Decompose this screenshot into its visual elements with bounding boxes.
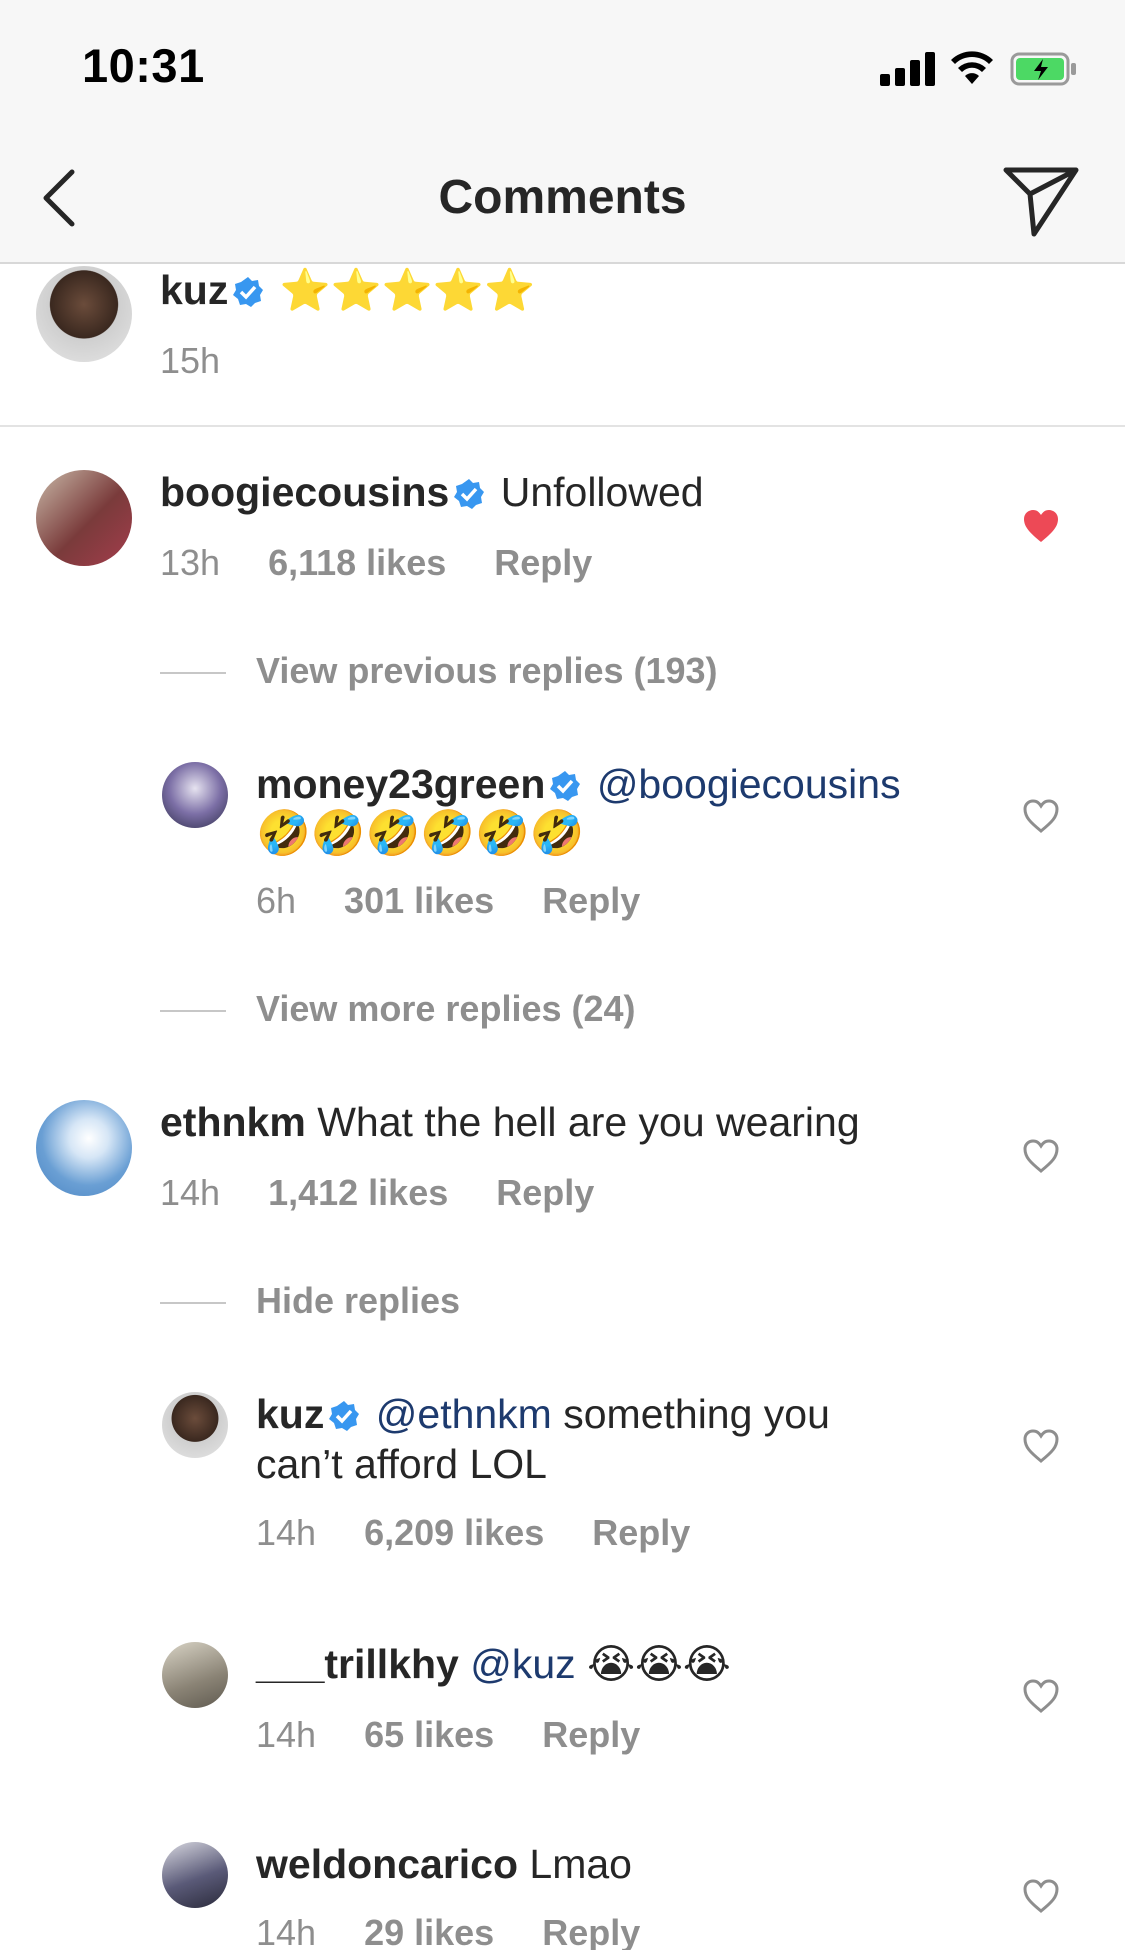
heart-icon[interactable] <box>1022 798 1060 834</box>
timestamp: 14h <box>256 1714 317 1755</box>
view-previous-replies[interactable]: View previous replies (193) <box>160 650 718 692</box>
reply-button[interactable]: Reply <box>542 1912 640 1950</box>
mention-link[interactable]: @boogiecousins <box>597 761 901 807</box>
view-more-label: View more replies (24) <box>256 988 636 1029</box>
hide-replies[interactable]: Hide replies <box>160 1280 460 1322</box>
divider <box>0 425 1125 427</box>
comment-meta: 15h <box>160 340 268 382</box>
comment-text: 🤣🤣🤣🤣🤣🤣 <box>256 808 585 859</box>
username[interactable]: money23green <box>256 761 545 807</box>
heart-icon[interactable] <box>1022 1678 1060 1714</box>
reply-button[interactable]: Reply <box>494 542 592 583</box>
comment-text: What the hell are you wearing <box>317 1099 860 1145</box>
comment-meta: 14h 1,412 likes Reply <box>160 1172 642 1214</box>
comment-text: Lmao <box>529 1841 632 1887</box>
comment-meta: 14h 6,209 likes Reply <box>256 1512 738 1554</box>
avatar[interactable] <box>162 1392 228 1458</box>
comment-meta: 13h 6,118 likes Reply <box>160 542 640 584</box>
username[interactable]: kuz <box>256 1391 324 1437</box>
comment-text: ⭐⭐⭐⭐⭐ <box>279 267 536 313</box>
like-count[interactable]: 65 likes <box>364 1714 494 1755</box>
comment-meta: 14h 65 likes Reply <box>256 1714 688 1756</box>
username[interactable]: ___trillkhy <box>256 1641 459 1687</box>
avatar[interactable] <box>36 266 132 362</box>
avatar[interactable] <box>36 470 132 566</box>
reply-button[interactable]: Reply <box>542 880 640 921</box>
reply-button[interactable]: Reply <box>592 1512 690 1553</box>
mention-link[interactable]: @ethnkm <box>376 1391 552 1437</box>
avatar[interactable] <box>162 762 228 828</box>
signal-icon <box>880 52 936 86</box>
status-time: 10:31 <box>82 39 205 92</box>
timestamp: 13h <box>160 542 221 583</box>
timestamp: 6h <box>256 880 297 921</box>
username[interactable]: ethnkm <box>160 1099 306 1145</box>
battery-icon <box>1010 52 1076 86</box>
verified-icon <box>233 277 264 307</box>
view-more-replies[interactable]: View more replies (24) <box>160 988 636 1030</box>
username[interactable]: boogiecousins <box>160 469 449 515</box>
username[interactable]: weldoncarico <box>256 1841 518 1887</box>
timestamp: 14h <box>160 1172 221 1213</box>
direct-share-icon[interactable] <box>1000 158 1082 240</box>
like-count[interactable]: 6,118 likes <box>268 542 446 583</box>
avatar[interactable] <box>162 1642 228 1708</box>
username[interactable]: kuz <box>160 267 228 313</box>
heart-filled-icon[interactable] <box>1022 508 1060 544</box>
like-count[interactable]: 1,412 likes <box>268 1172 448 1213</box>
comment-text: 😭😭😭 <box>587 1640 731 1688</box>
mention-link[interactable]: @kuz <box>470 1641 575 1687</box>
like-count[interactable]: 301 likes <box>344 880 494 921</box>
heart-icon[interactable] <box>1022 1878 1060 1914</box>
view-previous-label: View previous replies (193) <box>256 650 718 691</box>
heart-icon[interactable] <box>1022 1138 1060 1174</box>
page-title: Comments <box>438 171 687 224</box>
nav-bar: Comments <box>0 132 1125 264</box>
comment-meta: 14h 29 likes Reply <box>256 1912 688 1950</box>
timestamp: 14h <box>256 1912 317 1950</box>
verified-icon <box>454 479 485 509</box>
avatar[interactable] <box>36 1100 132 1196</box>
comment-meta: 6h 301 likes Reply <box>256 880 688 922</box>
wifi-icon <box>951 51 993 84</box>
status-bar: 10:31 <box>0 0 1125 132</box>
reply-button[interactable]: Reply <box>496 1172 594 1213</box>
verified-icon <box>550 771 581 801</box>
reply-button[interactable]: Reply <box>542 1714 640 1755</box>
comment-text-continued: can’t afford LOL <box>256 1441 547 1487</box>
timestamp: 15h <box>160 340 221 381</box>
avatar[interactable] <box>162 1842 228 1908</box>
verified-icon <box>329 1401 360 1431</box>
like-count[interactable]: 29 likes <box>364 1912 494 1950</box>
hide-replies-label: Hide replies <box>256 1280 461 1321</box>
comment-text: Unfollowed <box>500 469 704 515</box>
comment-text: something you <box>563 1391 830 1437</box>
timestamp: 14h <box>256 1512 317 1553</box>
heart-icon[interactable] <box>1022 1428 1060 1464</box>
like-count[interactable]: 6,209 likes <box>364 1512 544 1553</box>
